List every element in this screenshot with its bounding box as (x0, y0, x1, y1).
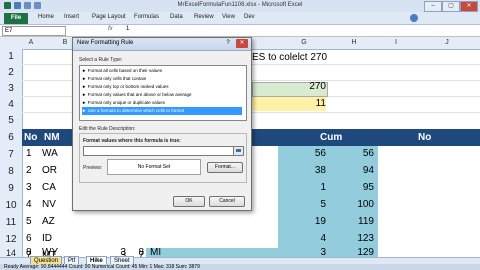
tab-view[interactable]: View (222, 14, 235, 20)
select-rule-type-label: Select a Rule Type: (79, 57, 123, 63)
row-header-11[interactable]: 11 (0, 214, 23, 232)
teal-row-14 (146, 248, 278, 257)
cell-g10[interactable]: 5 (280, 199, 326, 210)
row-header-2[interactable]: 2 (0, 65, 23, 82)
formula-input[interactable]: 1 (126, 26, 129, 32)
status-text: Ready Average: 90.8444444 Count: 90 Nume… (4, 264, 200, 270)
cell-g8[interactable]: 38 (280, 165, 326, 176)
tab-insert[interactable]: Insert (64, 14, 79, 20)
new-formatting-rule-dialog: New Formatting Rule ? ✕ Select a Rule Ty… (72, 37, 252, 211)
cell-a10[interactable]: 4 (26, 199, 32, 210)
row-header-3[interactable]: 3 (0, 81, 23, 98)
format-preview: No Format Set (107, 159, 201, 175)
help-icon[interactable] (410, 14, 418, 22)
row-header-6[interactable]: 6 (0, 129, 23, 147)
format-button[interactable]: Format... (207, 162, 243, 173)
preview-label: Preview: (83, 165, 103, 171)
dialog-help-button[interactable]: ? (223, 39, 233, 48)
tab-review[interactable]: Review (194, 14, 214, 20)
cell-h10[interactable]: 100 (330, 199, 374, 210)
name-box[interactable]: E7 (2, 26, 66, 36)
header-no[interactable]: No (24, 132, 37, 143)
column-header-a[interactable]: A (22, 37, 41, 50)
undo-icon[interactable] (24, 2, 31, 9)
rule-option-unique[interactable]: ► Format only unique or duplicate values (82, 99, 242, 107)
minimize-button[interactable]: – (424, 1, 442, 12)
ok-button[interactable]: OK (173, 196, 205, 207)
save-icon[interactable] (14, 2, 21, 9)
cell-b7[interactable]: WA (42, 148, 58, 159)
tab-data[interactable]: Data (170, 14, 183, 20)
formula-input-field[interactable] (83, 146, 235, 156)
cell-a7[interactable]: 1 (26, 148, 32, 159)
row-header-5[interactable]: 5 (0, 113, 23, 130)
dialog-title: New Formatting Rule (77, 40, 134, 46)
column-header-h[interactable]: H (330, 37, 379, 50)
header-j-no[interactable]: No (418, 132, 431, 143)
tab-page-layout[interactable]: Page Layout (92, 14, 126, 20)
cell-h12[interactable]: 123 (330, 233, 374, 244)
cell-h4[interactable]: 11 (290, 98, 326, 109)
tab-file[interactable]: File (4, 13, 28, 24)
rule-option-contain[interactable]: ► Format only cells that contain (82, 75, 242, 83)
range-selector-icon (236, 149, 241, 152)
cell-b8[interactable]: OR (42, 165, 57, 176)
tab-formulas[interactable]: Formulas (134, 14, 159, 20)
cell-g12[interactable]: 4 (280, 233, 326, 244)
cell-g11[interactable]: 19 (280, 216, 326, 227)
cell-b12[interactable]: ID (42, 233, 52, 244)
formula-bar (0, 25, 480, 37)
window-title: MrExcelFormulaFun1108.xlsx - Microsoft E… (177, 2, 303, 8)
cell-b10[interactable]: NV (42, 199, 56, 210)
cell-h11[interactable]: 119 (330, 216, 374, 227)
tab-home[interactable]: Home (38, 14, 54, 20)
row-header-9[interactable]: 9 (0, 180, 23, 198)
header-cum[interactable]: Cum (320, 132, 342, 143)
cell-g7[interactable]: 56 (280, 148, 326, 159)
row-header-1[interactable]: 1 (0, 49, 23, 66)
cell-a11[interactable]: 5 (26, 216, 32, 227)
dialog-close-button[interactable]: ✕ (236, 39, 248, 48)
cancel-button[interactable]: Cancel (209, 196, 245, 207)
banner-text: ES to colelct 270 (252, 52, 328, 63)
row-header-12[interactable]: 12 (0, 231, 23, 249)
close-window-button[interactable]: ✕ (460, 1, 478, 12)
row-header-7[interactable]: 7 (0, 146, 23, 164)
tab-developer[interactable]: Dev (244, 14, 255, 20)
collapse-range-icon[interactable] (233, 146, 244, 156)
rule-type-list[interactable]: ► Format all cells based on their values… (79, 65, 247, 121)
cell-g9[interactable]: 1 (280, 182, 326, 193)
cell-h8[interactable]: 94 (330, 165, 374, 176)
column-header-g[interactable]: G (278, 37, 331, 50)
row-header-10[interactable]: 10 (0, 197, 23, 215)
cell-h7[interactable]: 56 (330, 148, 374, 159)
header-nm[interactable]: NM (44, 132, 60, 143)
cell-a12[interactable]: 6 (26, 233, 32, 244)
cell-h3[interactable]: 270 (290, 81, 326, 92)
rule-option-all-cells[interactable]: ► Format all cells based on their values (82, 67, 242, 75)
redo-icon[interactable] (34, 2, 41, 9)
fx-icon[interactable]: fx (108, 26, 113, 32)
excel-app-icon[interactable] (4, 2, 11, 9)
cell-a9[interactable]: 3 (26, 182, 32, 193)
status-bar: Ready Average: 90.8444444 Count: 90 Nume… (0, 264, 480, 270)
cell-a8[interactable]: 2 (26, 165, 32, 176)
edit-rule-description-label: Edit the Rule Description: (79, 126, 136, 132)
rule-option-average[interactable]: ► Format only values that are above or b… (82, 91, 242, 99)
row-header-4[interactable]: 4 (0, 97, 23, 114)
maximize-button[interactable]: ▢ (442, 1, 460, 12)
cell-b9[interactable]: CA (42, 182, 56, 193)
rule-option-top-bottom[interactable]: ► Format only top or bottom ranked value… (82, 83, 242, 91)
column-header-j[interactable]: J (414, 37, 480, 50)
cell-h9[interactable]: 95 (330, 182, 374, 193)
column-header-i[interactable]: I (378, 37, 415, 50)
rule-option-formula[interactable]: ► Use a formula to determine which cells… (82, 107, 242, 115)
formula-label: Format values where this formula is true… (83, 138, 181, 144)
row-header-8[interactable]: 8 (0, 163, 23, 181)
cell-b11[interactable]: AZ (42, 216, 55, 227)
